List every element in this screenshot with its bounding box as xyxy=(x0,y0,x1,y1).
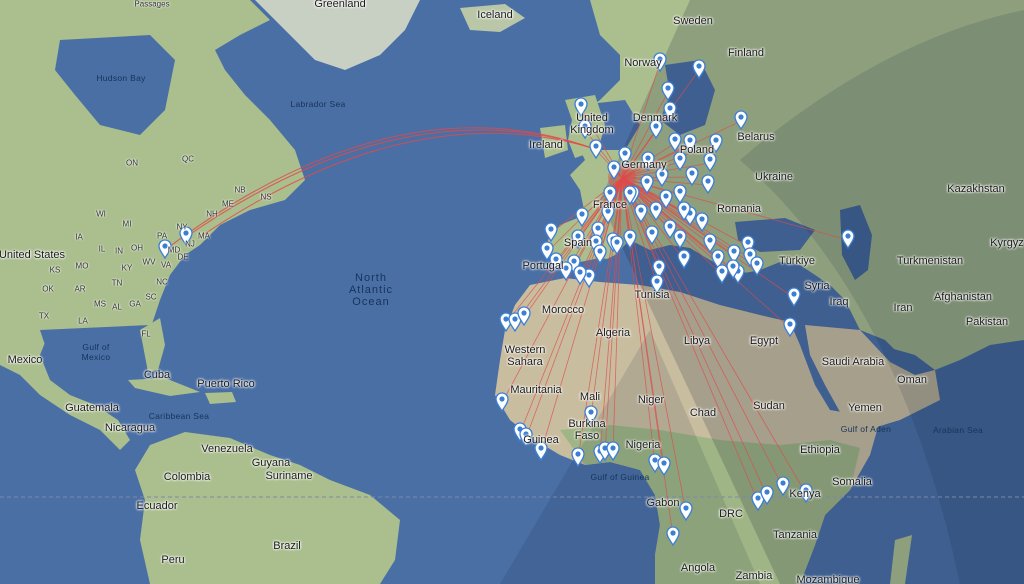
map-canvas[interactable]: Greenland Iceland Passages Sweden Finlan… xyxy=(0,0,1024,584)
land-south-america xyxy=(135,432,400,584)
map-geography xyxy=(0,0,1024,584)
land-greenland xyxy=(255,0,420,70)
airport-pin-icon[interactable] xyxy=(534,441,548,462)
land-iceland xyxy=(460,4,525,32)
land-cuba xyxy=(128,378,200,396)
land-ireland xyxy=(540,125,568,158)
land-hispaniola xyxy=(205,392,236,404)
airport-pin-icon[interactable] xyxy=(519,427,533,448)
